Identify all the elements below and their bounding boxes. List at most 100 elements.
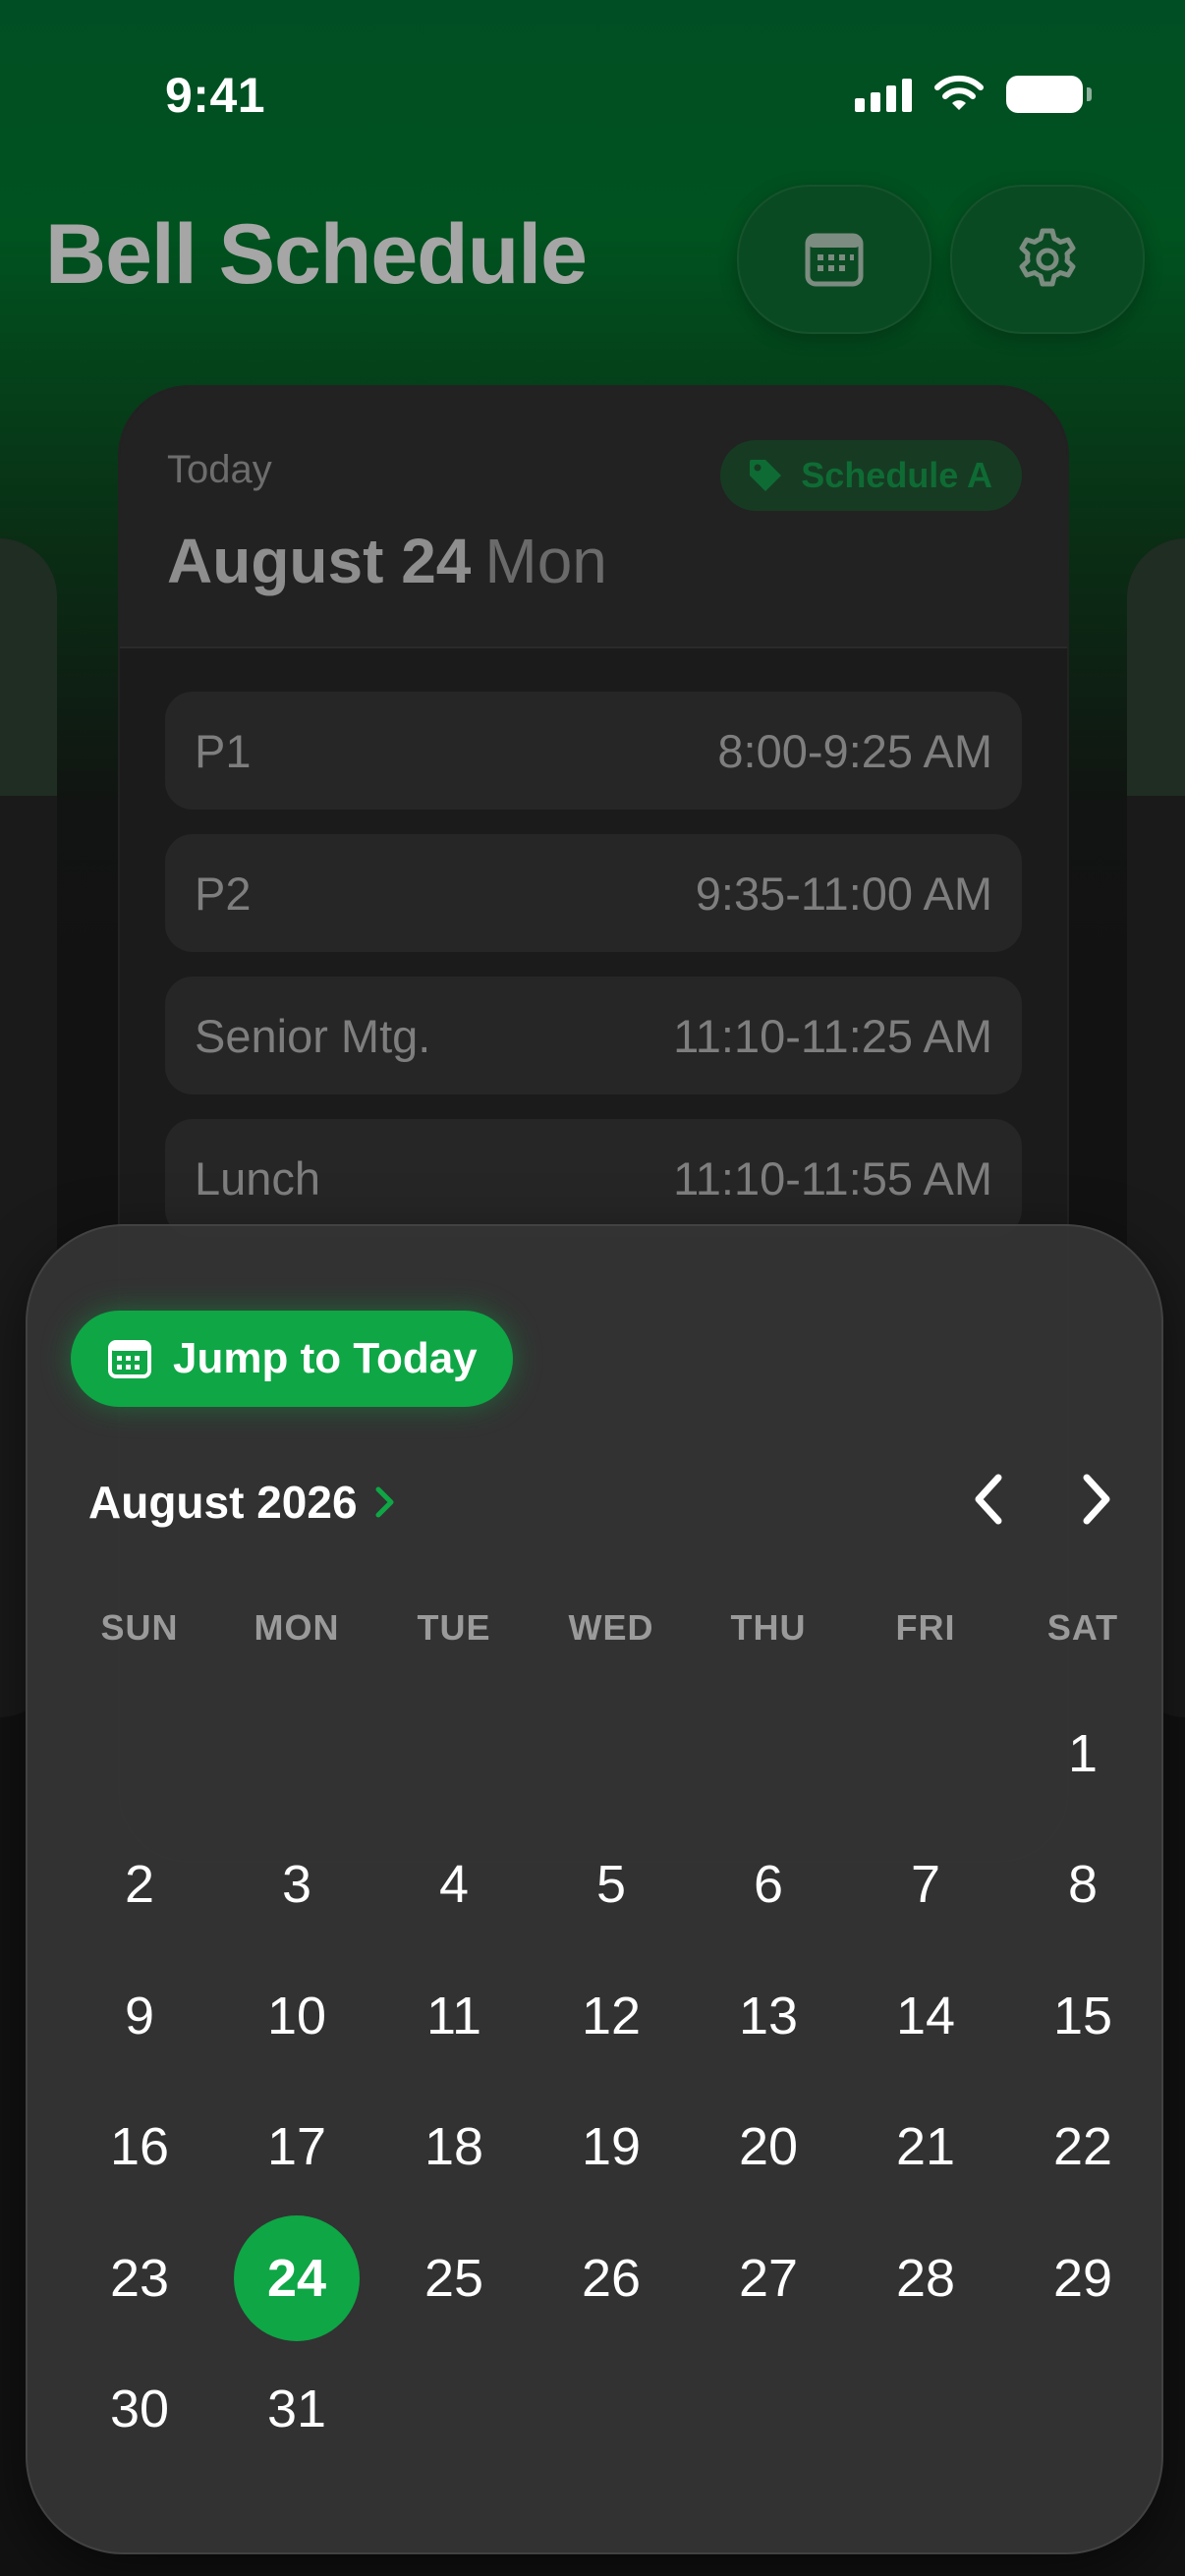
day-number: 18 — [423, 2117, 484, 2177]
screen: 9:41 Bell Schedule Today August 24 Mon S… — [0, 0, 1185, 2576]
period-time: 11:10-11:55 AM — [673, 1151, 992, 1204]
day-cell[interactable]: 13 — [690, 1950, 847, 2082]
day-blank — [533, 1688, 690, 1820]
calendar-popover: Jump to Today August 2026 SUN MON TUE WE… — [26, 1224, 1163, 2554]
day-cell[interactable]: 21 — [847, 2082, 1004, 2213]
day-cell[interactable]: 25 — [375, 2212, 533, 2344]
gear-icon — [1019, 228, 1076, 287]
status-icons — [855, 73, 1092, 116]
jump-to-today-button[interactable]: Jump to Today — [71, 1311, 513, 1407]
today-label: Today — [167, 448, 272, 491]
day-cell[interactable]: 10 — [218, 1950, 375, 2082]
period-row[interactable]: Lunch 11:10-11:55 AM — [165, 1119, 1022, 1237]
period-row[interactable]: Senior Mtg. 11:10-11:25 AM — [165, 977, 1022, 1094]
date-text: August 24 — [167, 526, 472, 596]
day-number: 12 — [581, 1986, 642, 2045]
day-number: 11 — [425, 1986, 482, 2045]
day-cell[interactable]: 3 — [218, 1820, 375, 1951]
schedule-badge-label: Schedule A — [801, 455, 992, 495]
day-number: 20 — [738, 2117, 799, 2177]
previous-month-button[interactable] — [959, 1470, 1018, 1529]
chevron-right-icon — [375, 1486, 394, 1518]
day-cell[interactable]: 14 — [847, 1950, 1004, 2082]
day-cell[interactable]: 1 — [1004, 1688, 1161, 1820]
day-cell[interactable]: 20 — [690, 2082, 847, 2213]
day-cell[interactable]: 4 — [375, 1820, 533, 1951]
day-blank — [375, 1688, 533, 1820]
weekday-label: THU — [730, 1607, 807, 1648]
day-cell[interactable]: 26 — [533, 2212, 690, 2344]
day-number: 30 — [109, 2380, 170, 2439]
day-number: 16 — [109, 2117, 170, 2177]
weekday-label: MON — [254, 1607, 340, 1648]
calendar-button[interactable] — [737, 185, 931, 334]
day-blank — [218, 1688, 375, 1820]
period-time: 8:00-9:25 AM — [717, 724, 992, 777]
weekday-label: SUN — [100, 1607, 179, 1648]
day-number: 31 — [266, 2380, 327, 2439]
day-number: 6 — [753, 1855, 784, 1915]
period-time: 11:10-11:25 AM — [673, 1009, 992, 1062]
period-row[interactable]: P1 8:00-9:25 AM — [165, 692, 1022, 810]
day-number: 24 — [234, 2214, 360, 2341]
schedule-date: August 24 Mon — [167, 525, 607, 597]
schedule-card-header: Today August 24 Mon Schedule A — [120, 387, 1067, 648]
day-cell[interactable]: 11 — [375, 1950, 533, 2082]
day-cell[interactable]: 5 — [533, 1820, 690, 1951]
day-cell[interactable]: 27 — [690, 2212, 847, 2344]
day-number: 14 — [895, 1986, 956, 2045]
day-number: 28 — [895, 2248, 956, 2308]
day-number: 21 — [895, 2117, 956, 2177]
day-cell[interactable]: 22 — [1004, 2082, 1161, 2213]
day-cell[interactable]: 6 — [690, 1820, 847, 1951]
weekday-label: SAT — [1046, 1607, 1119, 1648]
day-cell[interactable]: 15 — [1004, 1950, 1161, 2082]
weekday-header: SUN MON TUE WED THU FRI SAT — [61, 1607, 1161, 1649]
day-cell[interactable]: 18 — [375, 2082, 533, 2213]
day-cell[interactable]: 29 — [1004, 2212, 1161, 2344]
day-number: 2 — [124, 1855, 155, 1915]
day-cell[interactable]: 23 — [61, 2212, 218, 2344]
calendar-icon — [108, 1340, 151, 1378]
day-cell[interactable]: 31 — [218, 2344, 375, 2476]
day-cell[interactable]: 30 — [61, 2344, 218, 2476]
day-number: 13 — [738, 1986, 799, 2045]
day-cell[interactable]: 28 — [847, 2212, 1004, 2344]
day-number: 7 — [910, 1855, 941, 1915]
period-time: 9:35-11:00 AM — [695, 867, 992, 920]
month-title: August 2026 — [88, 1477, 358, 1528]
day-cell[interactable]: 7 — [847, 1820, 1004, 1951]
day-cell[interactable]: 12 — [533, 1950, 690, 2082]
day-number: 9 — [124, 1986, 155, 2045]
battery-icon — [1006, 76, 1092, 113]
day-number: 4 — [438, 1855, 470, 1915]
next-month-button[interactable] — [1067, 1470, 1126, 1529]
day-blank — [61, 1688, 218, 1820]
day-number: 3 — [281, 1855, 312, 1915]
day-number: 5 — [595, 1855, 627, 1915]
weekday-label: FRI — [895, 1607, 956, 1648]
day-cell[interactable]: 9 — [61, 1950, 218, 2082]
settings-button[interactable] — [950, 185, 1145, 334]
day-number: 8 — [1067, 1855, 1099, 1915]
day-number: 15 — [1052, 1986, 1113, 2045]
calendar-icon — [805, 233, 864, 287]
schedule-badge[interactable]: Schedule A — [720, 440, 1022, 511]
wifi-icon — [934, 75, 984, 110]
period-row[interactable]: P2 9:35-11:00 AM — [165, 834, 1022, 952]
period-name: P2 — [195, 867, 252, 920]
day-cell[interactable]: 17 — [218, 2082, 375, 2213]
day-grid: 1 2 3 4 5 6 7 8 9 10 11 12 13 14 15 16 17 18 19 20 21 22 23 24 2… — [61, 1688, 1161, 2475]
weekday-label: TUE — [417, 1607, 491, 1648]
cellular-signal-icon — [855, 77, 912, 112]
day-cell[interactable]: 2 — [61, 1820, 218, 1951]
day-cell[interactable]: 8 — [1004, 1820, 1161, 1951]
month-picker-toggle[interactable]: August 2026 — [88, 1476, 397, 1529]
day-cell-selected[interactable]: 24 — [218, 2212, 375, 2344]
day-number: 19 — [581, 2117, 642, 2177]
day-cell[interactable]: 16 — [61, 2082, 218, 2213]
jump-to-today-label: Jump to Today — [173, 1334, 478, 1382]
day-cell[interactable]: 19 — [533, 2082, 690, 2213]
day-number: 10 — [266, 1986, 327, 2045]
status-time: 9:41 — [165, 68, 266, 123]
